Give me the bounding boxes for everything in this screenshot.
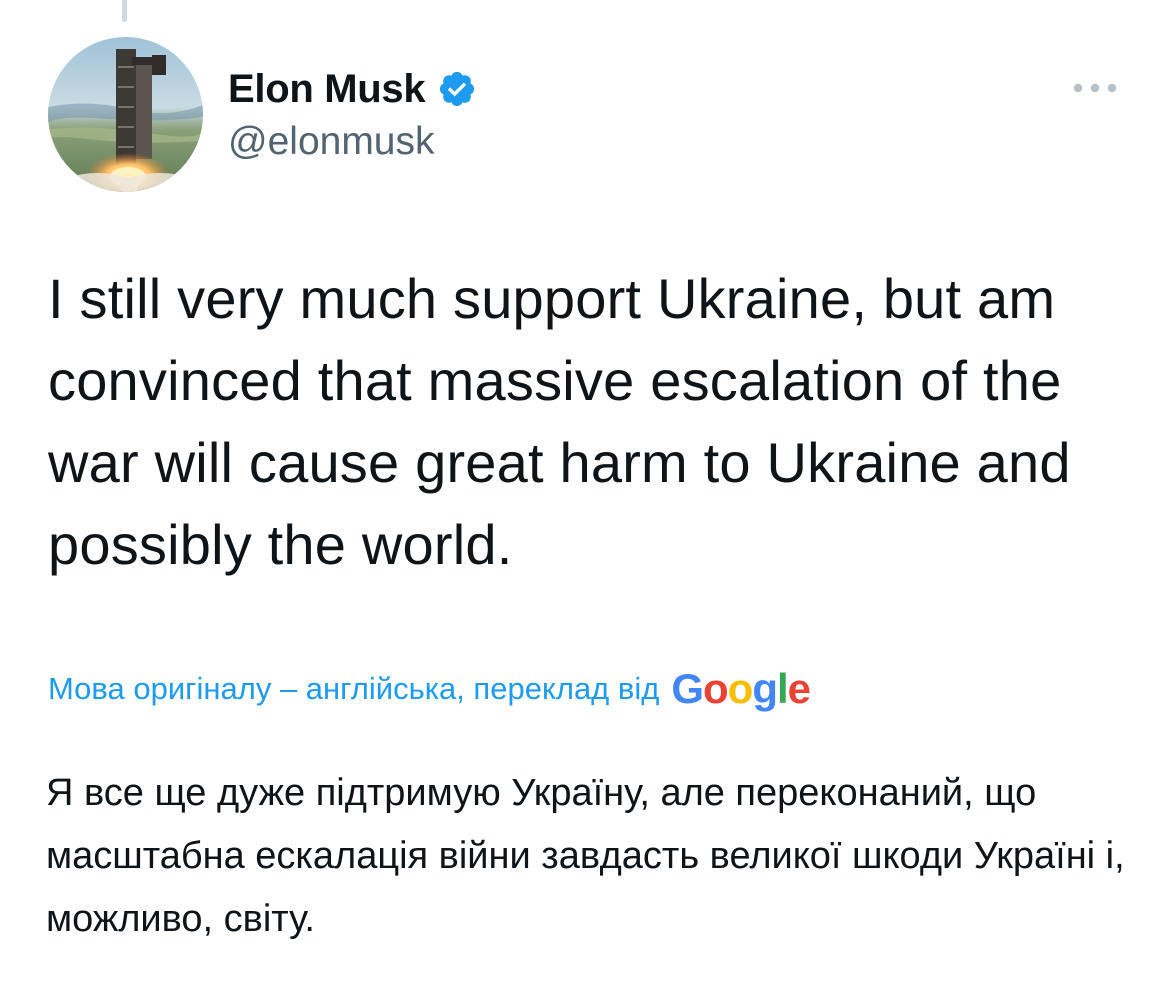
author-display-name[interactable]: Elon Musk — [228, 67, 426, 112]
author-name-row[interactable]: Elon Musk — [228, 66, 477, 112]
google-logo: Google — [671, 665, 811, 712]
verified-badge-icon — [440, 71, 475, 107]
google-logo-letter: g — [752, 665, 778, 712]
author-avatar[interactable] — [48, 37, 203, 192]
translation-label[interactable]: Мова оригіналу – англійська, переклад ві… — [48, 671, 659, 707]
thread-connector-line — [122, 0, 127, 22]
tweet-body-text: I still very much support Ukraine, but a… — [48, 267, 1071, 576]
google-logo-letter: G — [671, 665, 704, 712]
google-logo-letter: e — [787, 665, 811, 712]
translation-attribution[interactable]: Мова оригіналу – англійська, переклад ві… — [48, 664, 811, 714]
translated-tweet-text: Я все ще дуже підтримую Україну, але пер… — [46, 772, 1125, 940]
more-options-icon[interactable] — [1072, 78, 1118, 98]
google-logo-letter: l — [776, 665, 789, 712]
google-logo-letter: o — [703, 665, 729, 712]
google-logo-letter: o — [727, 665, 754, 712]
author-handle[interactable]: @elonmusk — [228, 120, 435, 164]
rocket-launch-avatar-icon — [48, 37, 203, 192]
